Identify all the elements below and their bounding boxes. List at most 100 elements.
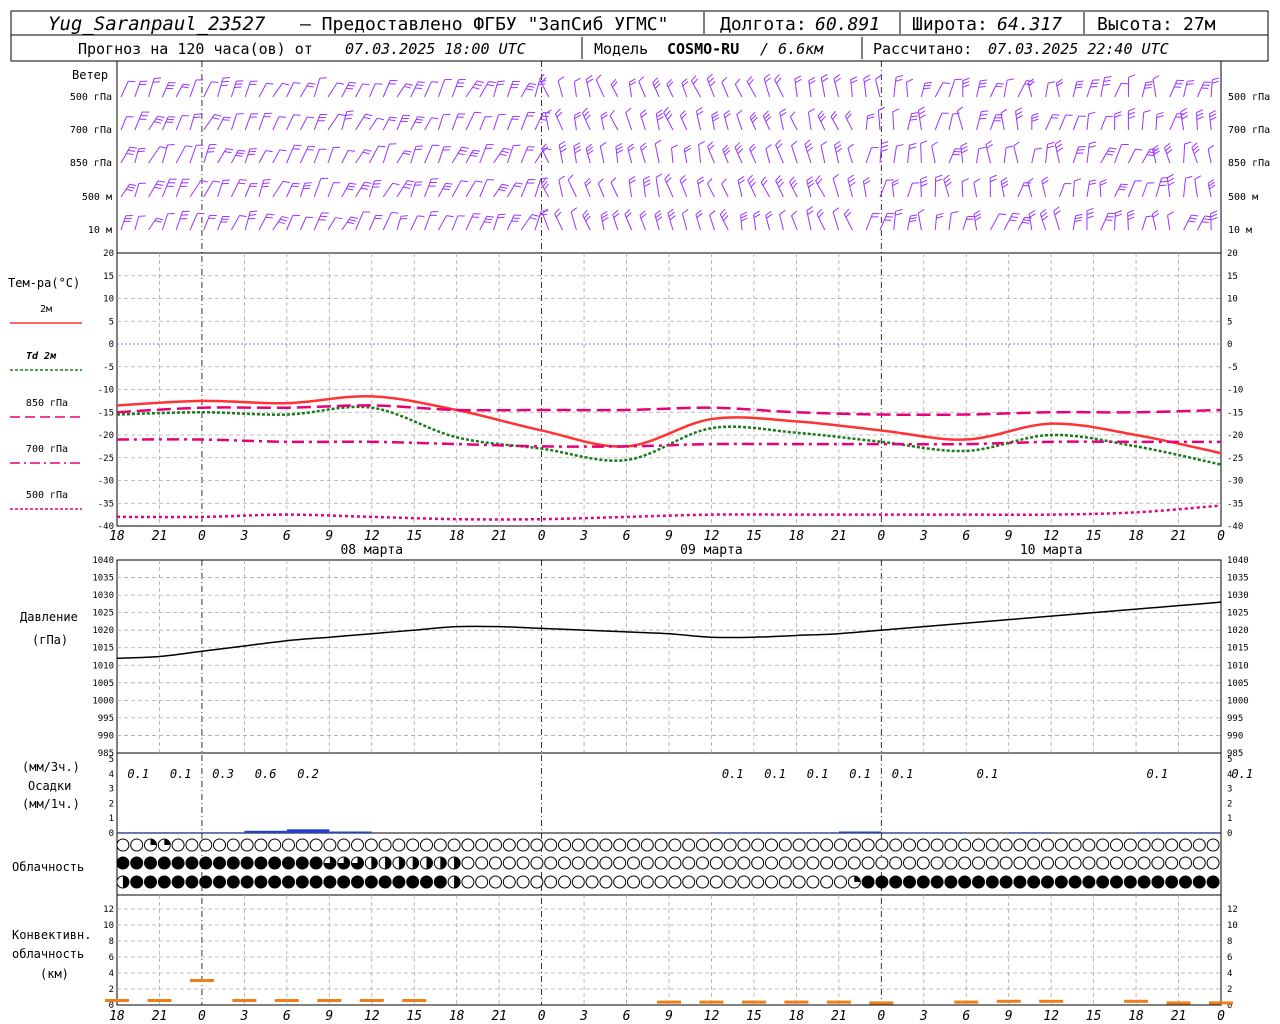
- wind-barb: [1141, 215, 1154, 231]
- wind-barb: [1210, 77, 1220, 98]
- wind-barb: [609, 109, 619, 131]
- wind-barb: [907, 182, 920, 198]
- barb-feather: [981, 110, 989, 113]
- cloud-symbol: [130, 856, 144, 870]
- barb-staff: [520, 83, 530, 98]
- barb-feather: [962, 77, 970, 82]
- wind-barb: [299, 216, 314, 231]
- barb-staff: [382, 116, 391, 131]
- barb-feather: [892, 182, 899, 187]
- barb-feather: [1180, 108, 1187, 113]
- barb-staff: [148, 78, 155, 98]
- cloud-symbol: [420, 875, 433, 889]
- cloud-circle: [723, 856, 737, 870]
- barb-staff: [1114, 183, 1122, 198]
- cloud-symbol: [654, 856, 668, 870]
- wind-barb: [775, 175, 784, 198]
- barb-staff: [189, 145, 197, 164]
- cloud-circle: [1151, 838, 1165, 852]
- wind-barb: [203, 81, 219, 98]
- cloud-circle: [199, 875, 213, 889]
- wind-barb: [736, 109, 743, 131]
- cloud-circle: [475, 875, 489, 889]
- cloud-circle: [268, 856, 282, 870]
- cloud-symbol: [530, 856, 544, 870]
- cloud-circle: [1206, 856, 1220, 870]
- cloud-circle: [613, 856, 627, 870]
- cloud-symbol: [364, 875, 378, 889]
- cloud-circle: [544, 875, 558, 889]
- cloud-symbol: [999, 856, 1013, 870]
- cloud-circle: [144, 856, 157, 870]
- barb-feather: [539, 119, 547, 121]
- cloud-circle: [199, 838, 213, 852]
- wind-barb: [396, 150, 412, 164]
- cloud-symbol: [737, 875, 751, 889]
- barb-feather: [996, 83, 1004, 85]
- pressure-tick-label: 1010: [1227, 661, 1249, 671]
- hour-label: 12: [364, 529, 380, 544]
- wind-barb: [217, 116, 231, 131]
- precip-bar: [329, 831, 372, 833]
- barb-staff: [479, 81, 490, 98]
- barb-staff: [1017, 217, 1026, 231]
- barb-feather: [816, 208, 823, 215]
- cloud-symbol: [130, 875, 144, 889]
- barb-staff: [148, 218, 157, 231]
- wind-barb: [465, 213, 481, 231]
- cloud-circle: [1151, 856, 1165, 870]
- barb-staff: [1000, 112, 1005, 131]
- barb-feather: [601, 213, 609, 219]
- wind-barb: [1058, 114, 1073, 131]
- hour-label: 15: [746, 529, 762, 544]
- barb-staff: [1003, 147, 1007, 164]
- barb-feather: [391, 212, 399, 214]
- barb-staff: [534, 210, 542, 231]
- barb-feather: [1151, 209, 1159, 215]
- wind-barb: [1100, 212, 1116, 231]
- barb-feather: [336, 82, 345, 85]
- barb-staff: [424, 178, 432, 198]
- barb-feather: [1040, 209, 1047, 215]
- wind-barb: [437, 146, 451, 164]
- barb-staff: [625, 112, 633, 131]
- wind-barb: [1015, 107, 1023, 131]
- barb-staff: [230, 113, 238, 131]
- barb-feather: [499, 153, 507, 157]
- cloud-circle: [1165, 838, 1179, 852]
- barb-staff: [707, 146, 715, 164]
- cloud-symbol: [985, 875, 999, 889]
- barb-feather: [696, 106, 703, 112]
- wind-barb: [1031, 147, 1042, 164]
- barb-feather: [624, 209, 631, 215]
- barb-staff: [244, 211, 251, 231]
- wind-barb: [1100, 75, 1112, 98]
- day-label: 08 марта: [340, 543, 403, 558]
- wind-barb: [134, 182, 146, 198]
- cloud-symbol: [489, 838, 502, 852]
- barb-feather: [671, 144, 679, 149]
- cloud-symbol: [599, 875, 613, 889]
- barb-feather: [211, 81, 219, 83]
- cloud-symbol: [585, 838, 599, 852]
- barb-feather: [267, 213, 275, 216]
- barb-staff: [1196, 215, 1206, 231]
- precip-tick-label: 3: [109, 785, 114, 795]
- cloud-circle: [958, 838, 972, 852]
- barb-staff: [706, 78, 715, 98]
- conv-bar: [274, 999, 299, 1002]
- conv-bar: [869, 1001, 894, 1005]
- barb-feather: [154, 186, 162, 190]
- barb-feather: [1135, 148, 1143, 151]
- cloud-circle: [765, 838, 778, 852]
- wind-barb: [599, 141, 607, 164]
- temp-tick-label: 5: [109, 317, 114, 327]
- cloud-circle: [875, 838, 889, 852]
- barb-feather: [1146, 215, 1154, 218]
- wind-barb: [879, 212, 895, 231]
- barb-staff: [584, 182, 591, 198]
- barb-feather: [736, 109, 743, 115]
- wind-barb: [148, 217, 164, 231]
- cloud-circle: [1137, 875, 1151, 889]
- wind-barb: [451, 180, 468, 198]
